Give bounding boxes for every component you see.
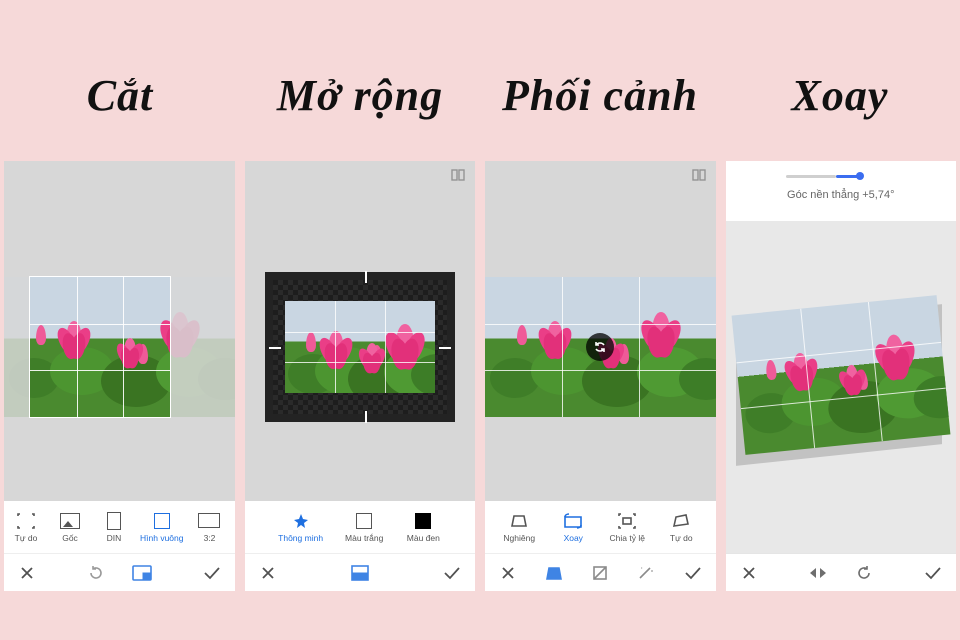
rotate-angle-slider[interactable] [786,169,896,183]
expand-canvas[interactable] [245,227,476,467]
expand-handle-top[interactable] [365,271,367,283]
expand-image [285,301,435,393]
apply-button[interactable] [201,562,223,584]
rotate-image [731,295,950,455]
panel-crop-topbar [4,161,235,187]
expand-frame[interactable] [265,272,455,422]
flip-horizontal-icon[interactable] [807,562,829,584]
crop-frame[interactable] [30,277,170,417]
opt-square[interactable]: Hình vuông [136,512,187,543]
opt-4-3[interactable]: 4:3 [231,512,234,543]
panel-rotate: Góc nền thẳng +5,74° [726,161,957,591]
perspective-mode-icon[interactable] [543,562,565,584]
opt-rotate[interactable]: Xoay [551,512,595,543]
rotate-ccw-icon[interactable] [85,562,107,584]
close-button[interactable] [738,562,760,584]
reset-perspective-button[interactable] [586,333,614,361]
close-button[interactable] [497,562,519,584]
expand-topbar [245,161,476,187]
aspect-selected-icon[interactable] [131,562,153,584]
panel-perspective: Nghiêng Xoay Chia tỷ lệ Tự do [485,161,716,591]
expand-handle-right[interactable] [439,347,451,349]
perspective-canvas[interactable] [485,227,716,467]
close-button[interactable] [16,562,38,584]
rotate-canvas[interactable] [726,231,957,531]
title-perspective: Phối cảnh [480,70,720,121]
opt-original[interactable]: Gốc [48,512,92,543]
opt-smart[interactable]: Thông minh [274,512,327,543]
compare-icon[interactable] [451,169,465,181]
opt-free-persp[interactable]: Tự do [659,512,703,543]
rotate-bottom-bar [726,553,957,591]
expand-handle-left[interactable] [269,347,281,349]
opt-black[interactable]: Màu đen [401,512,445,543]
rotate-topbar: Góc nền thẳng +5,74° [726,161,957,221]
opt-scale[interactable]: Chia tỷ lệ [605,512,649,543]
rotate-angle-label: Góc nền thẳng +5,74° [726,189,957,201]
expand-bottom-bar [245,553,476,591]
expand-handle-bottom[interactable] [365,411,367,423]
opt-free[interactable]: Tự do [4,512,48,543]
title-rotate: Xoay [720,70,960,121]
fill-icon[interactable] [589,562,611,584]
crop-aspect-options: Tự do Gốc DIN Hình vuông 3:2 4:3 5:4 [4,501,235,553]
apply-button[interactable] [922,562,944,584]
opt-din[interactable]: DIN [92,512,136,543]
title-crop: Cắt [0,70,240,121]
perspective-topbar [485,161,716,187]
expand-options: Thông minh Màu trắng Màu đen [245,501,476,553]
opt-white[interactable]: Màu trắng [341,512,387,543]
opt-tilt[interactable]: Nghiêng [497,512,541,543]
magic-icon[interactable] [635,562,657,584]
opt-3-2[interactable]: 3:2 [187,512,231,543]
title-row: Cắt Mở rộng Phối cảnh Xoay [0,0,960,161]
panel-crop: Tự do Gốc DIN Hình vuông 3:2 4:3 5:4 [4,161,235,591]
crop-canvas[interactable] [4,227,235,467]
apply-button[interactable] [682,562,704,584]
fill-mode-icon[interactable] [349,562,371,584]
perspective-bottom-bar [485,553,716,591]
panels: Tự do Gốc DIN Hình vuông 3:2 4:3 5:4 [0,161,960,591]
crop-bottom-bar [4,553,235,591]
title-expand: Mở rộng [240,70,480,121]
compare-icon[interactable] [692,169,706,181]
apply-button[interactable] [441,562,463,584]
close-button[interactable] [257,562,279,584]
rotate-cw-icon[interactable] [853,562,875,584]
perspective-options: Nghiêng Xoay Chia tỷ lệ Tự do [485,501,716,553]
panel-expand: Thông minh Màu trắng Màu đen [245,161,476,591]
